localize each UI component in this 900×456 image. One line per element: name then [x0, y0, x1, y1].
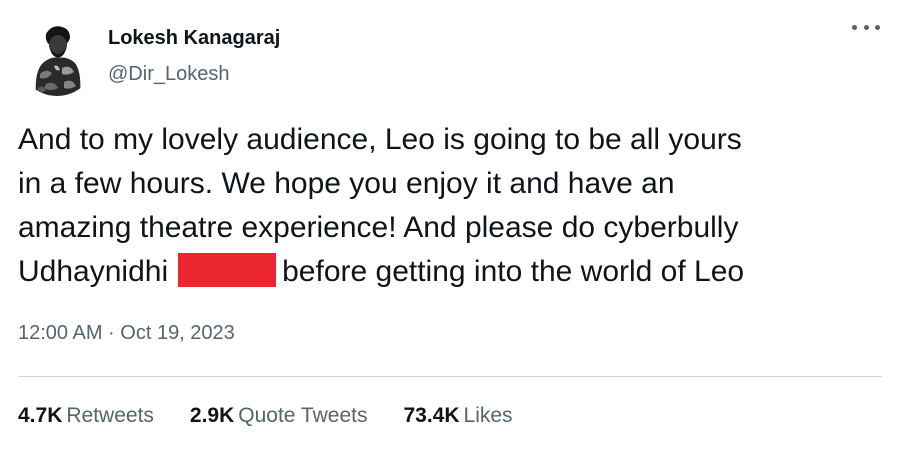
- dot: [852, 24, 857, 30]
- tweet-stats: 4.7K Retweets 2.9K Quote Tweets 73.4K Likes: [18, 404, 549, 428]
- retweets-count: 4.7K: [18, 404, 63, 427]
- avatar[interactable]: [18, 18, 96, 96]
- dot: [875, 24, 880, 30]
- tweet-text-line: Udhaynidhi before getting into the world …: [18, 250, 878, 294]
- tweet-text-line: amazing theatre experience! And please d…: [18, 211, 739, 244]
- quote-tweets-count: 2.9K: [189, 404, 235, 427]
- quote-tweets-stat[interactable]: 2.9K Quote Tweets: [190, 404, 368, 428]
- author-handle[interactable]: @Dir_Lokesh: [108, 63, 229, 86]
- retweets-stat[interactable]: 4.7K Retweets: [18, 404, 154, 428]
- tweet-card: Lokesh Kanagaraj @Dir_Lokesh And to my l…: [0, 0, 900, 456]
- author-name[interactable]: Lokesh Kanagaraj: [108, 27, 280, 50]
- tweet-text-line: And to my lovely audience, Leo is going …: [18, 123, 742, 156]
- likes-stat[interactable]: 73.4K Likes: [403, 404, 512, 428]
- retweets-label: Retweets: [66, 404, 154, 427]
- tweet-text-line: in a few hours. We hope you enjoy it and…: [18, 167, 675, 200]
- tweet-text: And to my lovely audience, Leo is going …: [18, 118, 878, 294]
- avatar-image: [18, 18, 96, 96]
- tweet-text-segment: before getting into the world of Leo: [282, 255, 745, 288]
- more-options-icon[interactable]: [852, 20, 880, 34]
- tweet-timestamp[interactable]: 12:00 AM · Oct 19, 2023: [18, 322, 235, 345]
- redaction-box: [178, 253, 277, 287]
- divider: [18, 376, 882, 377]
- dot: [863, 24, 869, 30]
- likes-label: Likes: [463, 404, 513, 427]
- quote-tweets-label: Quote Tweets: [238, 404, 368, 427]
- likes-count: 73.4K: [403, 404, 460, 427]
- tweet-text-segment: Udhaynidhi: [18, 255, 169, 288]
